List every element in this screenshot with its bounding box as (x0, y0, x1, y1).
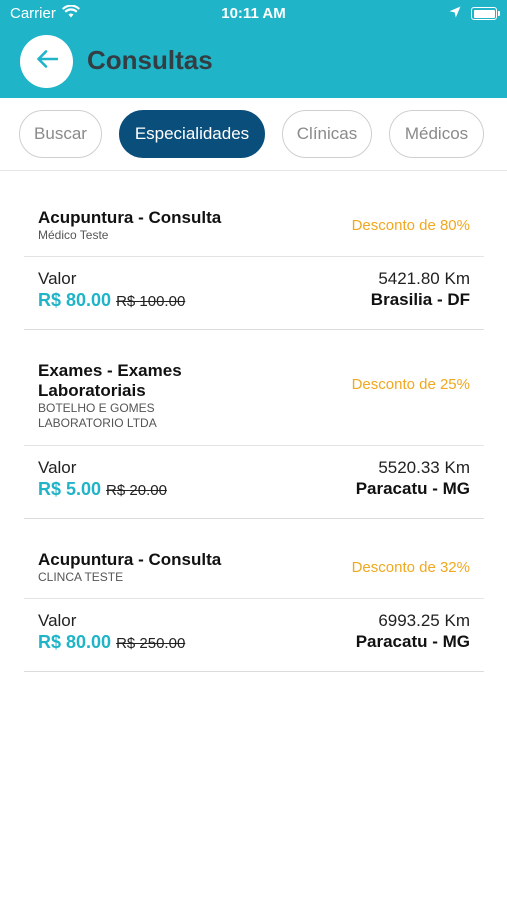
tab-medicos[interactable]: Médicos (389, 110, 484, 158)
status-bar: Carrier 10:11 AM (0, 0, 507, 26)
distance: 6993.25 Km (378, 611, 470, 630)
provider-name: Médico Teste (38, 228, 109, 242)
provider-name-line1: BOTELHO E GOMES (38, 401, 155, 415)
old-price: R$ 20.00 (106, 482, 167, 499)
specialty-title-line1: Exames - Exames (38, 361, 182, 380)
tab-bar: Buscar Especialidades Clínicas Médicos (0, 98, 507, 171)
tab-especialidades[interactable]: Especialidades (119, 110, 265, 158)
city: Brasilia - DF (370, 290, 470, 309)
result-card[interactable]: Acupuntura - Consulta CLINCA TESTE Desco… (24, 519, 484, 672)
price: R$ 5.00 (38, 479, 102, 499)
old-price: R$ 250.00 (116, 635, 186, 652)
valor-label: Valor (38, 269, 77, 288)
discount-label: Desconto de 25% (351, 376, 470, 393)
location-arrow-icon (449, 5, 461, 22)
old-price: R$ 100.00 (116, 293, 186, 310)
card-body: Valor R$ 80.00 R$ 250.00 6993.25 Km Para… (24, 599, 484, 671)
result-card[interactable]: Acupuntura - Consulta Médico Teste Desco… (24, 171, 484, 330)
city: Paracatu - MG (355, 479, 470, 498)
card-header: Acupuntura - Consulta CLINCA TESTE Desco… (24, 519, 484, 599)
distance: 5421.80 Km (378, 269, 470, 288)
specialty-title: Acupuntura - Consulta (38, 208, 222, 227)
battery-icon (471, 7, 500, 20)
card-header: Acupuntura - Consulta Médico Teste Desco… (24, 171, 484, 257)
card-header: Exames - Exames Laboratoriais BOTELHO E … (24, 330, 484, 446)
tab-buscar[interactable]: Buscar (19, 110, 102, 158)
discount-label: Desconto de 80% (351, 217, 470, 234)
provider-name-line2: LABORATORIO LTDA (38, 416, 157, 430)
card-body: Valor R$ 80.00 R$ 100.00 5421.80 Km Bras… (24, 257, 484, 329)
specialty-title-line2: Laboratoriais (38, 381, 146, 400)
specialty-title: Acupuntura - Consulta (38, 550, 222, 569)
distance: 5520.33 Km (378, 458, 470, 477)
price: R$ 80.00 (38, 632, 112, 652)
price: R$ 80.00 (38, 290, 112, 310)
arrow-left-icon (36, 50, 58, 73)
provider-name: CLINCA TESTE (38, 570, 124, 584)
valor-label: Valor (38, 458, 77, 477)
status-time: 10:11 AM (221, 5, 286, 22)
tab-clinicas[interactable]: Clínicas (282, 110, 372, 158)
discount-label: Desconto de 32% (351, 559, 470, 576)
results-list: Acupuntura - Consulta Médico Teste Desco… (24, 171, 484, 672)
header-bar: Carrier 10:11 AM Consultas (0, 0, 507, 98)
back-button[interactable] (20, 35, 73, 88)
city: Paracatu - MG (355, 632, 470, 651)
card-body: Valor R$ 5.00 R$ 20.00 5520.33 Km Paraca… (24, 446, 484, 518)
page-title: Consultas (87, 45, 213, 75)
valor-label: Valor (38, 611, 77, 630)
result-card[interactable]: Exames - Exames Laboratoriais BOTELHO E … (24, 330, 484, 519)
